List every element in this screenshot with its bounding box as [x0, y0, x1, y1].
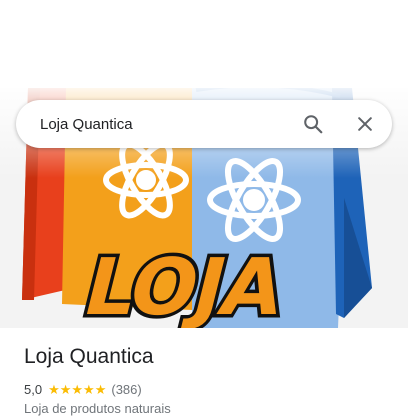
star-icon: ★	[94, 381, 107, 397]
place-title: Loja Quantica	[24, 345, 154, 368]
review-count[interactable]: (386)	[111, 382, 141, 397]
search-input[interactable]: Loja Quantica	[40, 116, 293, 133]
star-icon: ★	[59, 381, 72, 397]
star-icon: ★	[48, 381, 60, 397]
close-icon	[358, 117, 372, 131]
star-rating: ★ ★ ★ ★ ★	[48, 383, 106, 396]
star-icon: ★	[71, 381, 84, 397]
search-icon	[304, 115, 323, 134]
rating-value: 5,0	[24, 381, 43, 397]
logo-text: LOJA	[75, 241, 294, 328]
search-button[interactable]	[293, 104, 333, 144]
star-icon: ★	[83, 381, 95, 397]
close-button[interactable]	[345, 104, 385, 144]
search-bar[interactable]: Loja Quantica	[16, 100, 392, 148]
rating-row[interactable]: 5,0 ★ ★ ★ ★ ★ (386)	[24, 380, 142, 398]
place-category: Loja de produtos naturais	[24, 401, 171, 416]
